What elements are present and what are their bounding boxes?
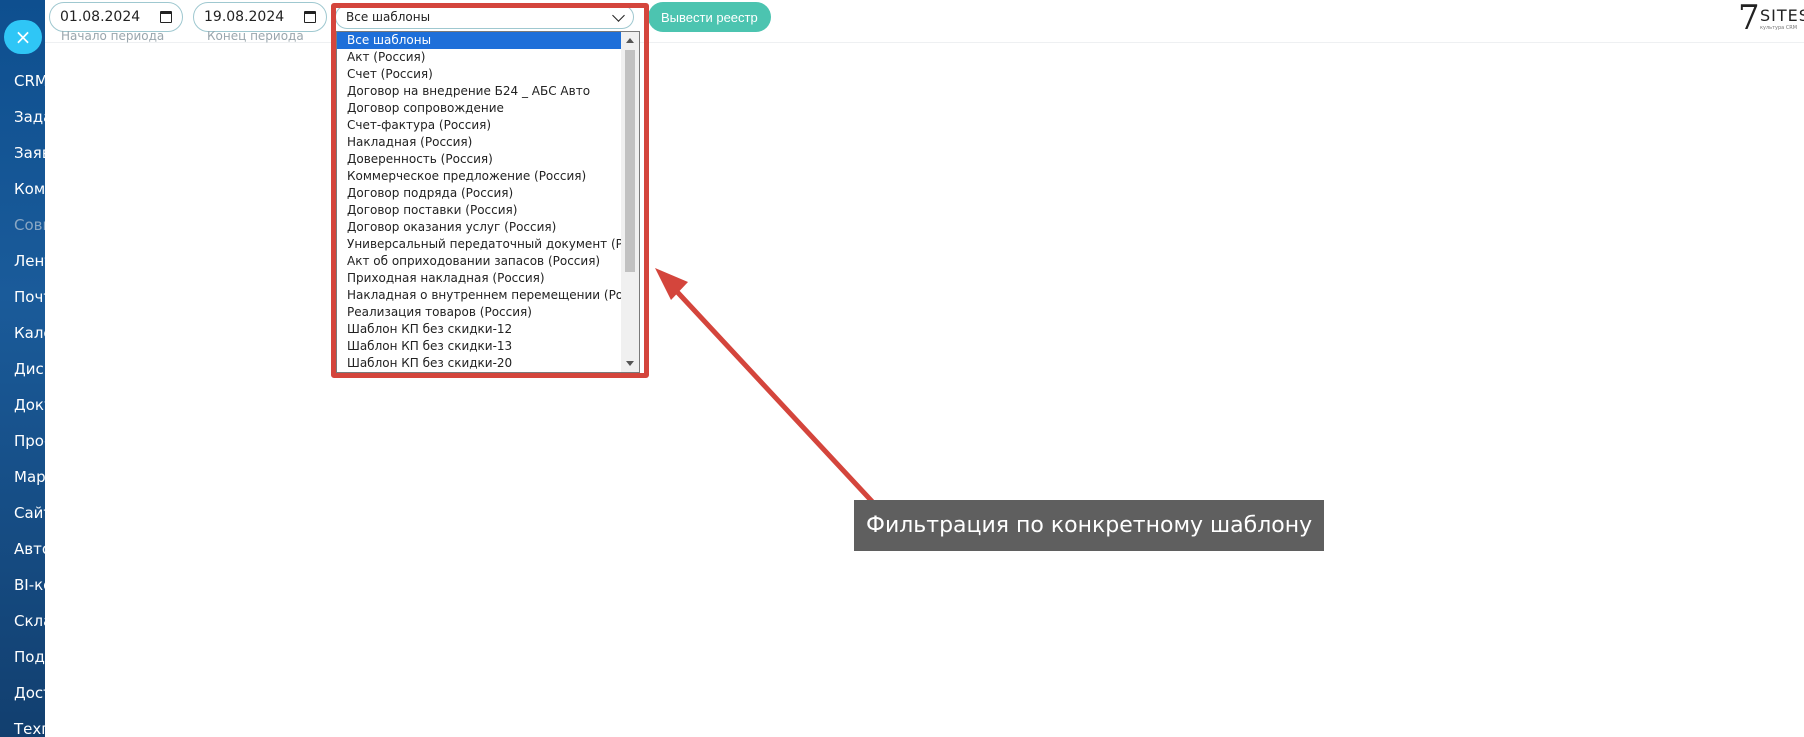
show-report-button[interactable]: Вывести реестр (648, 2, 771, 32)
sidebar-item-mail[interactable]: Почта (14, 288, 45, 306)
sidebar-item-automation[interactable]: Автоматизация (14, 540, 45, 558)
annotation-callout: Фильтрация по конкретному шаблону (854, 500, 1324, 551)
logo-text: SITES (1760, 6, 1804, 25)
calendar-icon[interactable] (304, 11, 316, 23)
sidebar-item-feed[interactable]: Лента (14, 252, 45, 270)
sidebar-item-documents[interactable]: Документы (14, 396, 45, 414)
left-sidebar: CRM Задачи Заявки Компания Совместная Ле… (0, 0, 45, 737)
logo-subtitle: культура CRM (1760, 25, 1798, 31)
sidebar-item-joint: Совместная (14, 216, 45, 234)
close-slider-button[interactable]: × (4, 20, 42, 54)
main-panel: 01.08.2024 Начало периода 19.08.2024 Кон… (45, 0, 1804, 737)
sidebar-item-bi[interactable]: BI-конструктор (14, 576, 45, 594)
end-date-input[interactable]: 19.08.2024 (193, 2, 327, 32)
sidebar-item-marketing[interactable]: Маркетинг (14, 468, 45, 486)
sidebar-item-warehouse[interactable]: Склад (14, 612, 45, 630)
toolbar-divider (45, 42, 1804, 43)
annotation-highlight-box (331, 3, 649, 378)
sidebar-item-support[interactable]: Техподдержка (14, 720, 45, 737)
company-logo: 7 SITES культура CRM (1738, 0, 1804, 38)
sidebar-item-projects[interactable]: Проекты (14, 432, 45, 450)
sidebar-item-company[interactable]: Компания (14, 180, 45, 198)
logo-mark: 7 (1738, 0, 1760, 38)
sidebar-item-requests[interactable]: Заявки (14, 144, 45, 162)
sidebar-item-sites[interactable]: Сайты (14, 504, 45, 522)
sidebar-item-delivery[interactable]: Доставка (14, 684, 45, 702)
start-date-value: 01.08.2024 (60, 9, 141, 25)
sidebar-item-calendar[interactable]: Календарь (14, 324, 45, 342)
sidebar-item-subscriptions[interactable]: Подписки (14, 648, 45, 666)
sidebar-item-tasks[interactable]: Задачи (14, 108, 45, 126)
close-icon: × (14, 25, 32, 49)
sidebar-item-disk[interactable]: Диск (14, 360, 45, 378)
start-date-caption: Начало периода (61, 29, 165, 43)
sidebar-item-crm[interactable]: CRM (14, 72, 45, 90)
calendar-icon[interactable] (160, 11, 172, 23)
end-date-caption: Конец периода (207, 29, 304, 43)
end-date-value: 19.08.2024 (204, 9, 285, 25)
start-date-input[interactable]: 01.08.2024 (49, 2, 183, 32)
